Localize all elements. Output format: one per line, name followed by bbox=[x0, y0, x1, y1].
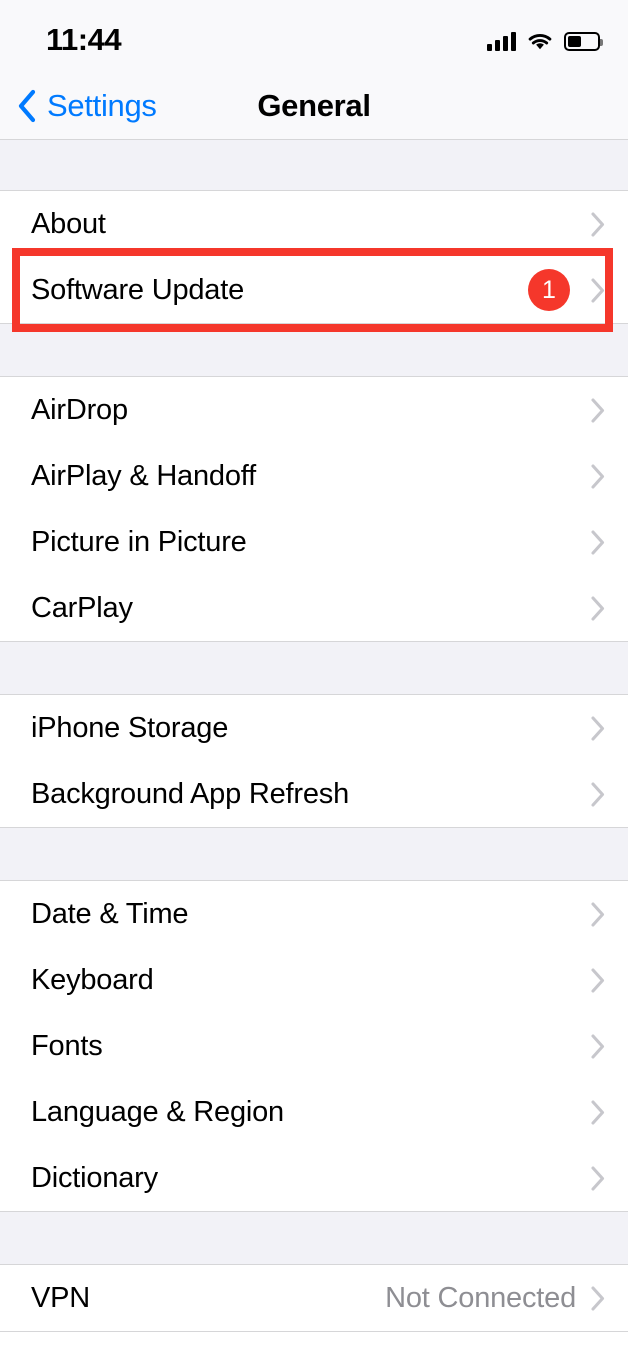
list-item-label: VPN bbox=[31, 1281, 91, 1314]
list-item-label: CarPlay bbox=[31, 591, 133, 624]
list-item-picture-in-picture[interactable]: Picture in Picture bbox=[0, 509, 628, 575]
row-wrapper: About bbox=[0, 191, 628, 257]
section-gap bbox=[0, 642, 628, 694]
settings-group-network: VPN Not Connected bbox=[0, 1264, 628, 1332]
chevron-right-icon bbox=[590, 715, 606, 742]
row-wrapper: iPhone Storage bbox=[0, 695, 628, 761]
section-gap bbox=[0, 324, 628, 376]
section-gap bbox=[0, 140, 628, 190]
chevron-right-icon bbox=[590, 277, 606, 304]
list-item-label: AirDrop bbox=[31, 393, 128, 426]
chevron-left-icon bbox=[18, 89, 38, 123]
back-button[interactable]: Settings bbox=[0, 88, 157, 124]
chevron-right-icon bbox=[590, 1099, 606, 1126]
list-item-carplay[interactable]: CarPlay bbox=[0, 575, 628, 641]
row-wrapper: AirPlay & Handoff bbox=[0, 443, 628, 509]
list-item-label: AirPlay & Handoff bbox=[31, 459, 256, 492]
settings-group-sharing: AirDrop AirPlay & Handoff Picture in Pictu… bbox=[0, 376, 628, 642]
chevron-right-icon bbox=[590, 529, 606, 556]
row-wrapper: Language & Region bbox=[0, 1079, 628, 1145]
row-wrapper: Dictionary bbox=[0, 1145, 628, 1211]
section-gap bbox=[0, 828, 628, 880]
list-item-label: Keyboard bbox=[31, 963, 154, 996]
chevron-right-icon bbox=[590, 397, 606, 424]
row-wrapper: Fonts bbox=[0, 1013, 628, 1079]
section-gap bbox=[0, 1212, 628, 1264]
signal-bars-icon bbox=[487, 31, 516, 51]
list-item-airplay-handoff[interactable]: AirPlay & Handoff bbox=[0, 443, 628, 509]
list-item-label: Date & Time bbox=[31, 897, 189, 930]
row-wrapper: AirDrop bbox=[0, 377, 628, 443]
list-item-label: iPhone Storage bbox=[31, 711, 229, 744]
iphone-screen: 11:44 Settings General About Software Up… bbox=[0, 0, 628, 1359]
list-item-label: Dictionary bbox=[31, 1161, 158, 1194]
list-item-fonts[interactable]: Fonts bbox=[0, 1013, 628, 1079]
back-button-label: Settings bbox=[47, 88, 157, 123]
list-item-label: Background App Refresh bbox=[31, 777, 350, 810]
list-item-airdrop[interactable]: AirDrop bbox=[0, 377, 628, 443]
list-item-dictionary[interactable]: Dictionary bbox=[0, 1145, 628, 1211]
wifi-icon bbox=[527, 31, 553, 51]
navigation-bar: Settings General bbox=[0, 72, 628, 140]
status-bar-icons bbox=[487, 21, 603, 51]
row-wrapper: Picture in Picture bbox=[0, 509, 628, 575]
list-item-value: Not Connected bbox=[385, 1281, 576, 1314]
chevron-right-icon bbox=[590, 1033, 606, 1060]
chevron-right-icon bbox=[590, 901, 606, 928]
chevron-right-icon bbox=[590, 1165, 606, 1192]
list-item-label: Fonts bbox=[31, 1029, 103, 1062]
chevron-right-icon bbox=[590, 1285, 606, 1312]
list-item-label: About bbox=[31, 207, 106, 240]
chevron-right-icon bbox=[590, 211, 606, 238]
status-bar-time: 11:44 bbox=[46, 22, 122, 57]
list-item-label: Picture in Picture bbox=[31, 525, 247, 558]
list-item-label: Language & Region bbox=[31, 1095, 284, 1128]
list-item-about[interactable]: About bbox=[0, 191, 628, 257]
chevron-right-icon bbox=[590, 967, 606, 994]
status-bar: 11:44 bbox=[0, 0, 628, 72]
chevron-right-icon bbox=[590, 781, 606, 808]
list-item-background-app-refresh[interactable]: Background App Refresh bbox=[0, 761, 628, 827]
list-item-label: Software Update bbox=[31, 273, 245, 306]
settings-group-about-update: About Software Update 1 bbox=[0, 190, 628, 332]
settings-group-localization: Date & Time Keyboard Fonts Language & Regio… bbox=[0, 880, 628, 1212]
row-wrapper: Date & Time bbox=[0, 881, 628, 947]
list-item-keyboard[interactable]: Keyboard bbox=[0, 947, 628, 1013]
notification-badge: 1 bbox=[528, 269, 570, 311]
settings-list[interactable]: About Software Update 1 AirDrop AirPlay & Ha… bbox=[0, 140, 628, 1332]
list-item-language-region[interactable]: Language & Region bbox=[0, 1079, 628, 1145]
list-item-iphone-storage[interactable]: iPhone Storage bbox=[0, 695, 628, 761]
list-item-date-time[interactable]: Date & Time bbox=[0, 881, 628, 947]
row-wrapper: CarPlay bbox=[0, 575, 628, 641]
chevron-right-icon bbox=[590, 595, 606, 622]
row-wrapper: Background App Refresh bbox=[0, 761, 628, 827]
row-wrapper: Keyboard bbox=[0, 947, 628, 1013]
settings-group-storage: iPhone Storage Background App Refresh bbox=[0, 694, 628, 828]
chevron-right-icon bbox=[590, 463, 606, 490]
row-wrapper: VPN Not Connected bbox=[0, 1265, 628, 1331]
list-item-vpn[interactable]: VPN Not Connected bbox=[0, 1265, 628, 1331]
row-wrapper: Software Update 1 bbox=[0, 248, 628, 332]
list-item-software-update[interactable]: Software Update 1 bbox=[0, 257, 628, 323]
home-area: wsxdn.com bbox=[0, 1332, 628, 1359]
battery-icon bbox=[564, 31, 603, 51]
